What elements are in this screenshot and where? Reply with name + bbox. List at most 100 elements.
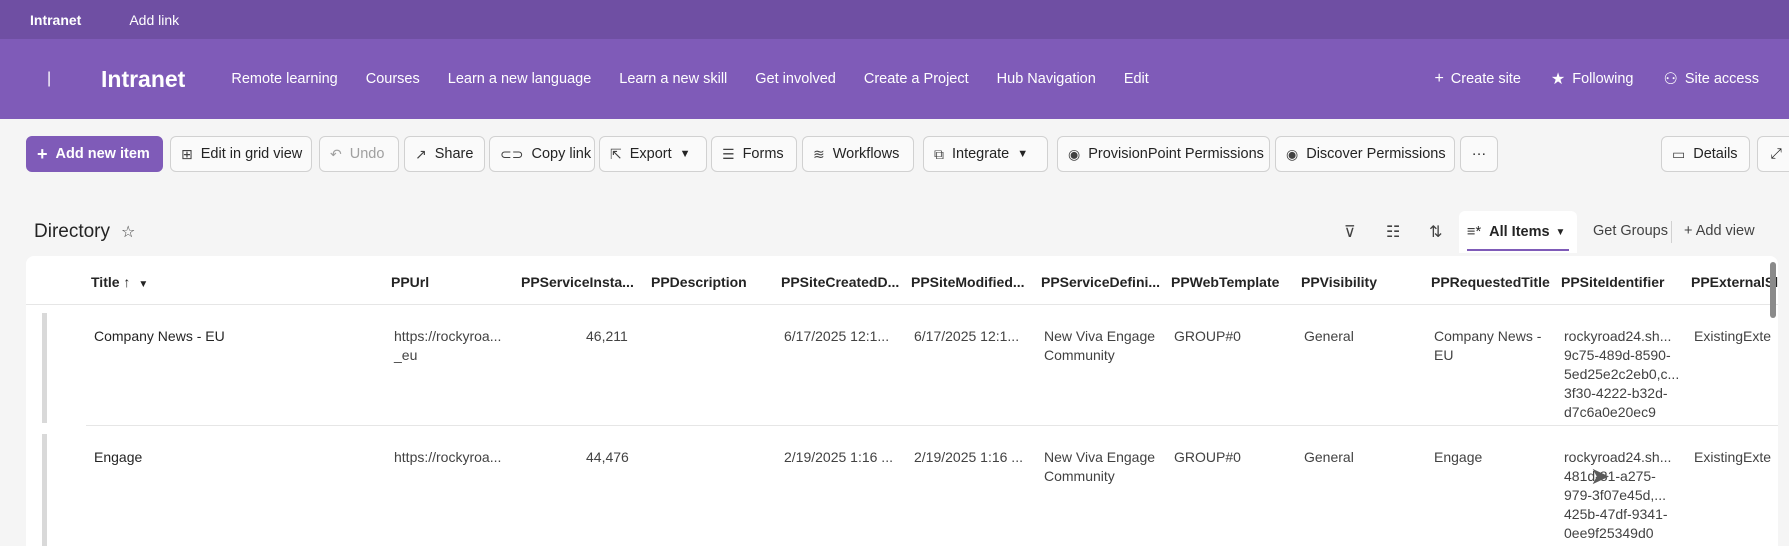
cell-ppurl-line2[interactable]: _eu [394, 346, 417, 365]
nav-create-project[interactable]: Create a Project [864, 71, 969, 87]
cell-ppsitecreated: 2/19/2025 1:16 ... [784, 449, 893, 465]
column-header-ppsiteidentifier[interactable]: PPSiteIdentifier [1561, 274, 1664, 290]
nav-get-involved[interactable]: Get involved [755, 71, 836, 87]
add-view-button[interactable]: + Add view [1684, 223, 1755, 239]
export-button[interactable]: ⇱ Export ▼ [599, 136, 707, 172]
column-header-ppdescription[interactable]: PPDescription [651, 274, 747, 290]
divider [1671, 221, 1672, 243]
nav-remote-learning[interactable]: Remote learning [231, 71, 337, 87]
vertical-scrollbar[interactable] [1770, 262, 1776, 318]
details-button[interactable]: ▭ Details [1661, 136, 1750, 172]
workflows-button[interactable]: ≋ Workflows [802, 136, 914, 172]
discover-permissions-button[interactable]: ◉ Discover Permissions [1275, 136, 1455, 172]
cell-ppserviceinstance: 46,211 [586, 328, 628, 344]
column-header-ppexternalsharing[interactable]: PPExternalSl [1691, 274, 1778, 290]
create-site-button[interactable]: + Create site [1434, 70, 1520, 88]
undo-button[interactable]: ↶ Undo [319, 136, 399, 172]
header-actions: + Create site ★ Following ⚇ Site access [1404, 39, 1759, 119]
cell-ppwebtemplate: GROUP#0 [1174, 328, 1241, 344]
column-header-pprequestedtitle[interactable]: PPRequestedTitle [1431, 274, 1550, 290]
cell-ppsiteidentifier-line4: 425b-47df-9341- [1564, 506, 1668, 522]
column-header-ppwebtemplate[interactable]: PPWebTemplate [1171, 274, 1279, 290]
cell-ppwebtemplate: GROUP#0 [1174, 449, 1241, 465]
site-title[interactable]: Intranet [101, 66, 185, 93]
create-site-label: Create site [1450, 71, 1521, 87]
details-pane-icon: ▭ [1672, 145, 1686, 162]
more-icon: ··· [1471, 146, 1487, 162]
view-switcher-all-items[interactable]: ≡* All Items ▼ [1459, 211, 1577, 253]
column-header-ppserviceinstance[interactable]: PPServiceInsta... [521, 274, 634, 290]
column-header-ppurl[interactable]: PPUrl [391, 274, 429, 290]
export-label: Export [629, 146, 672, 162]
plus-icon: + [37, 143, 48, 164]
add-link-button[interactable]: Add link [129, 12, 179, 28]
row-selector[interactable] [42, 434, 47, 546]
edit-grid-view-button[interactable]: ⊞ Edit in grid view [170, 136, 312, 172]
cell-ppsitecreated: 6/17/2025 12:1... [784, 328, 890, 344]
cell-ppservicedefinition: New Viva Engage [1044, 449, 1156, 465]
nav-learn-language[interactable]: Learn a new language [448, 71, 592, 87]
all-items-label: All Items [1489, 224, 1550, 240]
title-header-label: Title ↑ [91, 274, 131, 290]
view-bar: Directory ☆ ⊽ ☷ ⇅ ≡* All Items ▼ Get Gro… [0, 209, 1789, 255]
favorite-star-icon[interactable]: ☆ [121, 222, 135, 242]
integrate-button[interactable]: ⧉ Integrate ▼ [923, 136, 1048, 172]
more-options-button[interactable]: ··· [1460, 136, 1498, 172]
site-access-button[interactable]: ⚇ Site access [1664, 69, 1760, 89]
list-options-icon[interactable]: ☷ [1386, 222, 1400, 242]
edit-grid-label: Edit in grid view [200, 146, 303, 162]
grid-icon: ⊞ [181, 145, 193, 162]
cell-ppsiteidentifier-line5: 0ee9f25349d0 [1564, 525, 1654, 541]
nav-courses[interactable]: Courses [366, 71, 420, 87]
workflow-icon: ≋ [813, 145, 825, 162]
chevron-down-icon: ▼ [679, 148, 691, 160]
column-header-ppservicedefinition[interactable]: PPServiceDefini... [1041, 274, 1160, 290]
share-icon: ↗ [415, 145, 427, 162]
provisionpoint-label: ProvisionPoint Permissions [1088, 146, 1264, 162]
add-new-item-button[interactable]: + Add new item [26, 136, 163, 172]
filter-icon[interactable]: ⊽ [1344, 222, 1356, 242]
link-icon: ⊂⊃ [500, 145, 524, 162]
expand-button[interactable]: ⤢ [1757, 136, 1789, 172]
undo-icon: ↶ [330, 145, 342, 162]
cell-ppexternalsharing: ExistingExte [1694, 449, 1772, 465]
nav-learn-skill[interactable]: Learn a new skill [619, 71, 727, 87]
list-grid: Title ↑ ▼ PPUrl PPServiceInsta... PPDescr… [26, 256, 1778, 546]
column-header-ppsitecreated[interactable]: PPSiteCreatedD... [781, 274, 899, 290]
cell-ppsiteidentifier-line5: d7c6a0e20ec9 [1564, 404, 1656, 420]
plus-icon: + [1684, 223, 1696, 239]
cell-title[interactable]: Company News - EU [94, 327, 225, 346]
export-icon: ⇱ [610, 145, 622, 162]
column-header-ppsitemodified[interactable]: PPSiteModified... [911, 274, 1025, 290]
site-navigation: Remote learning Courses Learn a new lang… [231, 71, 1176, 87]
following-button[interactable]: ★ Following [1551, 69, 1634, 89]
view-icon: ≡* [1467, 224, 1482, 240]
following-label: Following [1572, 71, 1634, 87]
cell-title[interactable]: Engage [94, 448, 142, 467]
cell-ppserviceinstance: 44,476 [586, 449, 629, 465]
provisionpoint-permissions-button[interactable]: ◉ ProvisionPoint Permissions [1057, 136, 1270, 172]
cell-ppsiteidentifier: rockyroad24.sh... [1564, 449, 1672, 465]
cell-ppsiteidentifier-line3: 5ed25e2c2eb0,c... [1564, 366, 1680, 382]
share-button[interactable]: ↗ Share [404, 136, 485, 172]
get-groups-view[interactable]: Get Groups [1593, 223, 1668, 239]
cell-ppservicedefinition-line2: Community [1044, 347, 1115, 363]
expand-icon: ⤢ [1770, 146, 1782, 162]
forms-button[interactable]: ☰ Forms [711, 136, 797, 172]
copy-link-button[interactable]: ⊂⊃ Copy link [489, 136, 595, 172]
row-selector[interactable] [42, 313, 47, 423]
hub-home-link[interactable]: Intranet [30, 12, 81, 28]
chevron-down-icon: ▼ [1017, 148, 1029, 160]
column-header-title[interactable]: Title ↑ ▼ [91, 274, 148, 290]
cell-ppurl[interactable]: https://rockyroa... [394, 327, 501, 346]
nav-edit[interactable]: Edit [1124, 71, 1149, 87]
column-header-ppvisibility[interactable]: PPVisibility [1301, 274, 1377, 290]
cell-ppurl[interactable]: https://rockyroa... [394, 448, 501, 467]
sort-icon[interactable]: ⇅ [1429, 222, 1442, 242]
cell-pprequestedtitle-line2: EU [1434, 347, 1454, 363]
discover-label: Discover Permissions [1306, 146, 1446, 162]
table-row[interactable]: Engage https://rockyroa... 44,476 2/19/2… [26, 426, 1778, 546]
nav-hub-navigation[interactable]: Hub Navigation [997, 71, 1096, 87]
table-row[interactable]: Company News - EU https://rockyroa... _e… [26, 305, 1778, 425]
chevron-down-icon: ▼ [1555, 226, 1566, 238]
